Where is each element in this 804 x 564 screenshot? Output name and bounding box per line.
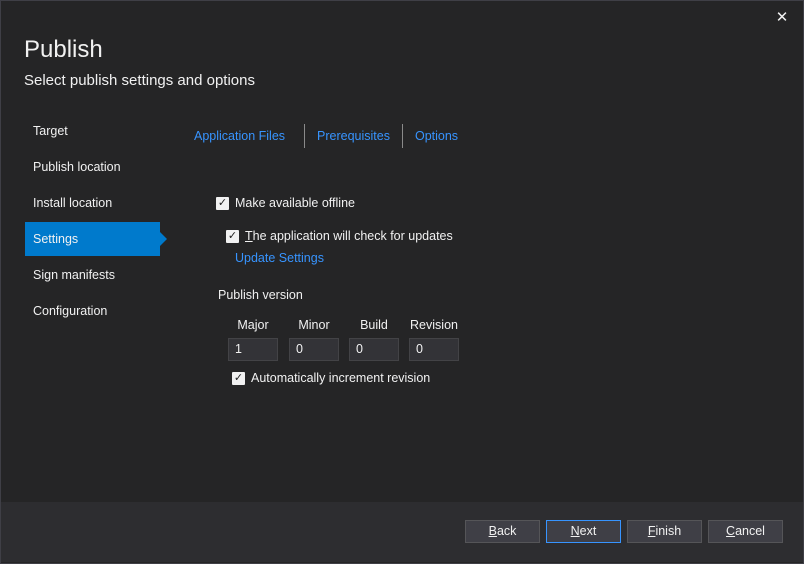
offline-option[interactable]: ✓ Make available offline (216, 196, 355, 210)
auto-increment-label: Automatically increment revision (251, 371, 431, 385)
check-updates-label: The application will check for updates (245, 229, 453, 243)
revision-input[interactable]: 0 (409, 338, 459, 361)
minor-label: Minor (298, 318, 330, 332)
nav-item-settings[interactable]: Settings (25, 222, 167, 256)
build-input[interactable]: 0 (349, 338, 399, 361)
major-label: Major (237, 318, 269, 332)
check-updates-checkbox[interactable]: ✓ (226, 229, 239, 243)
nav-item-configuration[interactable]: Configuration (25, 294, 160, 328)
auto-increment-option[interactable]: ✓ Automatically increment revision (232, 371, 430, 385)
nav-item-publish-location[interactable]: Publish location (25, 150, 160, 184)
offline-checkbox[interactable]: ✓ (216, 196, 229, 210)
finish-button[interactable]: Finish (627, 520, 702, 543)
next-button[interactable]: Next (546, 520, 621, 543)
close-icon[interactable]: ✕ (772, 8, 792, 28)
major-input[interactable]: 1 (228, 338, 278, 361)
tab-options[interactable]: Options (403, 124, 470, 148)
offline-label: Make available offline (235, 196, 355, 210)
revision-label: Revision (410, 318, 458, 332)
nav-item-sign-manifests[interactable]: Sign manifests (25, 258, 160, 292)
tab-prerequisites[interactable]: Prerequisites (305, 124, 402, 148)
back-button[interactable]: Back (465, 520, 540, 543)
dialog-title: Publish (24, 36, 103, 63)
settings-nav: Target Publish location Install location… (25, 114, 167, 330)
tab-application-files[interactable]: Application Files (194, 124, 304, 148)
minor-input[interactable]: 0 (289, 338, 339, 361)
nav-item-target[interactable]: Target (25, 114, 160, 148)
nav-item-install-location[interactable]: Install location (25, 186, 160, 220)
check-updates-option[interactable]: ✓ The application will check for updates (226, 229, 453, 243)
build-label: Build (360, 318, 388, 332)
dialog-subtitle: Select publish settings and options (24, 72, 255, 89)
auto-increment-checkbox[interactable]: ✓ (232, 371, 245, 385)
update-settings-link[interactable]: Update Settings (235, 251, 324, 265)
settings-tabs: Application Files Prerequisites Options (194, 124, 470, 148)
cancel-button[interactable]: Cancel (708, 520, 783, 543)
publish-version-label: Publish version (218, 288, 303, 302)
